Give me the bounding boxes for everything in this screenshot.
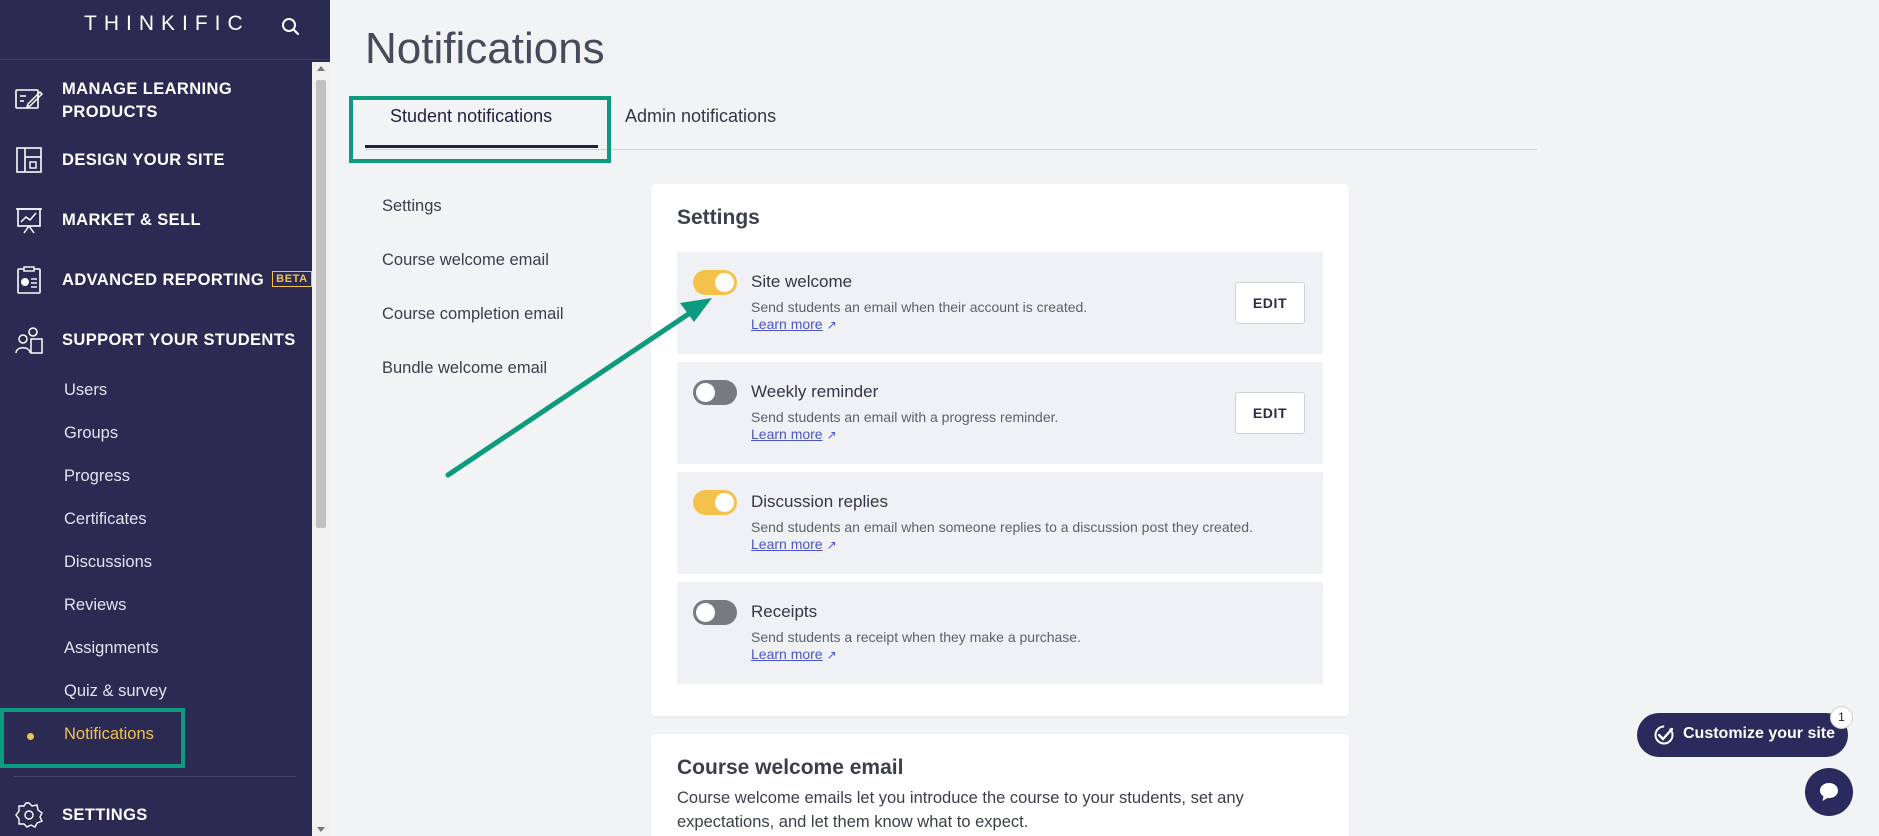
learn-more-link[interactable]: Learn more ↗ bbox=[751, 316, 837, 332]
course-welcome-card-title: Course welcome email bbox=[677, 756, 904, 779]
sidebar-item-users[interactable]: Users bbox=[64, 381, 107, 400]
active-tab-underline bbox=[365, 145, 598, 148]
setting-title: Discussion replies bbox=[751, 492, 888, 511]
check-badge-icon bbox=[1654, 725, 1674, 745]
site-welcome-toggle[interactable] bbox=[693, 270, 737, 295]
nav-label: ADVANCED REPORTING BETA bbox=[62, 269, 312, 292]
course-welcome-email-card: Course welcome email Course welcome emai… bbox=[651, 734, 1349, 836]
brand-logo[interactable]: THINKIFIC bbox=[84, 12, 250, 36]
nav-label: MANAGE LEARNING PRODUCTS bbox=[62, 80, 233, 121]
sidebar-divider bbox=[14, 776, 296, 777]
setting-description: Send students an email when their accoun… bbox=[751, 299, 1088, 315]
settings-card-title: Settings bbox=[677, 206, 760, 229]
nav-support-your-students[interactable]: SUPPORT YOUR STUDENTS bbox=[0, 325, 312, 355]
sidebar-item-reviews[interactable]: Reviews bbox=[64, 596, 126, 615]
sidebar-item-certificates[interactable]: Certificates bbox=[64, 510, 147, 529]
nav-design-your-site[interactable]: DESIGN YOUR SITE bbox=[0, 145, 312, 175]
notification-tabs: Student notifications Admin notification… bbox=[365, 96, 1537, 150]
brand-bar: THINKIFIC bbox=[0, 0, 330, 60]
nav-settings[interactable]: SETTINGS bbox=[0, 800, 312, 830]
nav-label: DESIGN YOUR SITE bbox=[62, 151, 225, 169]
setting-row-weekly-reminder: Weekly reminder Send students an email w… bbox=[677, 362, 1323, 464]
beta-badge: BETA bbox=[272, 271, 312, 287]
learn-more-link[interactable]: Learn more ↗ bbox=[751, 646, 837, 662]
scrollbar-thumb[interactable] bbox=[316, 80, 326, 528]
nav-manage-learning-products[interactable]: MANAGE LEARNING PRODUCTS bbox=[0, 78, 312, 124]
external-link-icon: ↗ bbox=[826, 538, 837, 552]
customize-label: Customize your site bbox=[1683, 725, 1836, 742]
learn-more-link[interactable]: Learn more ↗ bbox=[751, 536, 837, 552]
course-welcome-description: Course welcome emails let you introduce … bbox=[677, 789, 1244, 831]
tab-student-notifications[interactable]: Student notifications bbox=[390, 106, 552, 127]
edit-course-icon bbox=[15, 89, 44, 109]
settings-card: Settings Site welcome Send students an e… bbox=[651, 184, 1349, 716]
active-indicator-dot bbox=[27, 733, 34, 740]
weekly-reminder-toggle[interactable] bbox=[693, 380, 737, 405]
nav-advanced-reporting[interactable]: ADVANCED REPORTING BETA bbox=[0, 265, 312, 295]
report-clipboard-icon bbox=[17, 266, 41, 294]
toggle-knob bbox=[696, 383, 715, 402]
customize-site-button[interactable]: Customize your site bbox=[1637, 713, 1848, 757]
setting-description: Send students an email with a progress r… bbox=[751, 409, 1059, 425]
sidebar-scrollbar[interactable] bbox=[312, 62, 330, 836]
toggle-knob bbox=[696, 603, 715, 622]
page-title: Notifications bbox=[365, 24, 605, 73]
external-link-icon: ↗ bbox=[826, 648, 837, 662]
toggle-knob bbox=[715, 273, 734, 292]
gear-icon bbox=[15, 802, 43, 828]
nav-label: SETTINGS bbox=[62, 806, 148, 824]
sidebar-item-groups[interactable]: Groups bbox=[64, 424, 118, 443]
external-link-icon: ↗ bbox=[826, 318, 837, 332]
edit-weekly-reminder-button[interactable]: EDIT bbox=[1235, 392, 1305, 434]
sidebar-item-progress[interactable]: Progress bbox=[64, 467, 130, 486]
setting-title: Receipts bbox=[751, 602, 818, 621]
scroll-down-icon[interactable] bbox=[317, 827, 325, 832]
toggle-knob bbox=[715, 493, 734, 512]
sidebar-item-notifications[interactable]: Notifications bbox=[64, 725, 154, 744]
sidebar-item-quiz-survey[interactable]: Quiz & survey bbox=[64, 682, 167, 701]
edit-site-welcome-button[interactable]: EDIT bbox=[1235, 282, 1305, 324]
receipts-toggle[interactable] bbox=[693, 600, 737, 625]
setting-row-discussion-replies: Discussion replies Send students an emai… bbox=[677, 472, 1323, 574]
nav-label: SUPPORT YOUR STUDENTS bbox=[62, 331, 296, 349]
notification-count-badge: 1 bbox=[1830, 706, 1853, 729]
nav-market-sell[interactable]: MARKET & SELL bbox=[0, 205, 312, 235]
setting-row-receipts: Receipts Send students a receipt when th… bbox=[677, 582, 1323, 684]
learn-more-link[interactable]: Learn more ↗ bbox=[751, 426, 837, 442]
search-icon[interactable] bbox=[280, 16, 302, 38]
subnav-course-welcome-email[interactable]: Course welcome email bbox=[382, 251, 549, 270]
setting-description: Send students a receipt when they make a… bbox=[751, 629, 1081, 645]
external-link-icon: ↗ bbox=[826, 428, 837, 442]
setting-row-site-welcome: Site welcome Send students an email when… bbox=[677, 252, 1323, 354]
chat-button[interactable] bbox=[1805, 768, 1853, 816]
setting-description: Send students an email when someone repl… bbox=[751, 519, 1253, 535]
subnav-course-completion-email[interactable]: Course completion email bbox=[382, 305, 564, 324]
layout-icon bbox=[16, 147, 42, 173]
discussion-replies-toggle[interactable] bbox=[693, 490, 737, 515]
sidebar: THINKIFIC MANAGE LEARNING PRODUCTS DESIGN… bbox=[0, 0, 330, 836]
students-icon bbox=[15, 327, 43, 354]
setting-title: Site welcome bbox=[751, 272, 853, 291]
scroll-up-icon[interactable] bbox=[317, 66, 325, 71]
subnav-bundle-welcome-email[interactable]: Bundle welcome email bbox=[382, 359, 547, 378]
subnav-settings[interactable]: Settings bbox=[382, 197, 442, 216]
sidebar-item-assignments[interactable]: Assignments bbox=[64, 639, 158, 658]
setting-title: Weekly reminder bbox=[751, 382, 879, 401]
sidebar-item-discussions[interactable]: Discussions bbox=[64, 553, 152, 572]
nav-label: MARKET & SELL bbox=[62, 211, 202, 229]
chat-bubble-icon bbox=[1820, 783, 1838, 801]
tab-admin-notifications[interactable]: Admin notifications bbox=[625, 106, 776, 127]
presentation-chart-icon bbox=[16, 208, 42, 234]
